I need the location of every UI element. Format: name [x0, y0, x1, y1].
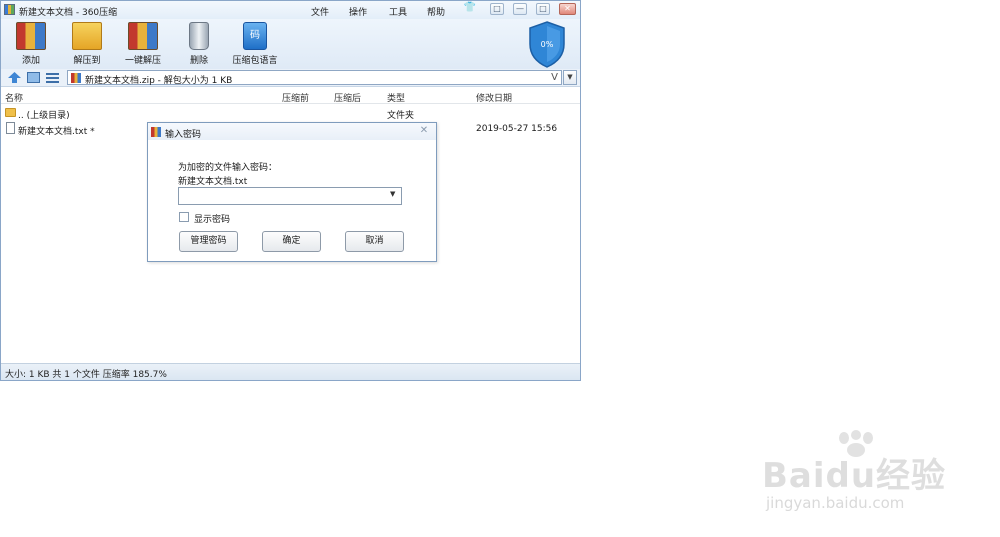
- menu-operate[interactable]: 操作: [349, 5, 367, 18]
- ok-button[interactable]: 确定: [262, 231, 321, 252]
- path-text: 新建文本文档.zip - 解包大小为 1 KB: [85, 76, 233, 86]
- window-title: 新建文本文档 - 360压缩: [19, 8, 118, 18]
- address-bar: 新建文本文档.zip - 解包大小为 1 KB V ▼: [1, 69, 580, 87]
- extract-to-label: 解压到: [73, 56, 101, 66]
- item-modified: 2019-05-27 15:56: [476, 124, 558, 134]
- password-dropdown-icon[interactable]: ▼: [390, 190, 395, 198]
- up-arrow-icon[interactable]: [8, 72, 21, 83]
- delete-button[interactable]: 删除: [174, 22, 224, 66]
- one-click-extract-label: 一键解压: [124, 56, 161, 66]
- show-password-label: 显示密码: [194, 215, 231, 225]
- shirt-icon[interactable]: 👕: [463, 3, 477, 15]
- path-dropdown-button[interactable]: ▼: [563, 70, 577, 85]
- archive-language-label: 压缩包语言: [232, 56, 278, 66]
- maximize-icon[interactable]: □: [536, 3, 550, 15]
- show-password-checkbox[interactable]: [179, 212, 189, 222]
- menu-help[interactable]: 帮助: [427, 5, 445, 18]
- archive-add-icon: [16, 22, 46, 50]
- language-icon: 码: [243, 22, 267, 50]
- dialog-title: 输入密码: [165, 130, 202, 140]
- thumbnail-view-icon[interactable]: [27, 72, 40, 83]
- column-compressed-before[interactable]: 压缩前: [282, 91, 309, 104]
- one-click-extract-icon: [128, 22, 158, 50]
- manage-password-button[interactable]: 管理密码: [179, 231, 238, 252]
- column-header: 名称 压缩前 压缩后 类型 修改日期: [1, 88, 580, 104]
- item-name: 新建文本文档.txt *: [18, 127, 95, 137]
- app-icon: [4, 4, 15, 15]
- password-dialog: 输入密码 ✕ 为加密的文件输入密码： 新建文本文档.txt ▼ 显示密码 管理密…: [147, 122, 437, 262]
- column-compressed-after[interactable]: 压缩后: [334, 91, 361, 104]
- baidu-watermark: Baidu经验 jingyan.baidu.com: [762, 430, 962, 520]
- extract-folder-icon: [72, 22, 102, 50]
- minimize-icon[interactable]: —: [513, 3, 527, 15]
- trash-icon: [189, 22, 209, 50]
- close-icon[interactable]: ✕: [559, 3, 576, 15]
- security-shield-icon[interactable]: 0%: [526, 20, 568, 68]
- extract-to-button[interactable]: 解压到: [62, 22, 112, 66]
- list-view-icon[interactable]: [46, 72, 59, 83]
- menu-tools[interactable]: 工具: [389, 5, 407, 18]
- column-name[interactable]: 名称: [5, 91, 23, 104]
- toolbar: 添加 解压到 一键解压 删除 码 压缩包语言 0%: [1, 19, 580, 69]
- add-label: 添加: [21, 56, 40, 66]
- menu-file[interactable]: 文件: [311, 5, 329, 18]
- item-name: .. (上级目录): [18, 111, 70, 121]
- watermark-brand: Baidu经验: [762, 456, 947, 496]
- item-type: 文件夹: [387, 111, 415, 121]
- password-input[interactable]: [178, 187, 402, 205]
- status-text: 大小: 1 KB 共 1 个文件 压缩率 185.7%: [5, 370, 167, 380]
- watermark-url: jingyan.baidu.com: [766, 494, 905, 512]
- chat-icon[interactable]: □: [490, 3, 504, 15]
- column-modified[interactable]: 修改日期: [476, 91, 512, 104]
- path-v-icon[interactable]: V: [551, 72, 558, 83]
- password-prompt: 为加密的文件输入密码：: [178, 163, 278, 173]
- delete-label: 删除: [189, 56, 208, 66]
- folder-icon: [5, 108, 16, 117]
- text-file-icon: [6, 122, 15, 134]
- zip-icon: [71, 73, 81, 83]
- add-button[interactable]: 添加: [6, 22, 56, 66]
- status-bar: 大小: 1 KB 共 1 个文件 压缩率 185.7%: [1, 363, 580, 380]
- column-type[interactable]: 类型: [387, 91, 405, 104]
- cancel-button[interactable]: 取消: [345, 231, 404, 252]
- dialog-app-icon: [151, 127, 161, 137]
- archive-language-button[interactable]: 码 压缩包语言: [230, 22, 280, 66]
- dialog-close-icon[interactable]: ✕: [418, 125, 430, 137]
- one-click-extract-button[interactable]: 一键解压: [118, 22, 168, 66]
- path-field[interactable]: 新建文本文档.zip - 解包大小为 1 KB V: [67, 70, 562, 86]
- list-item[interactable]: .. (上级目录) 文件夹: [1, 105, 580, 121]
- encrypted-filename: 新建文本文档.txt: [178, 177, 248, 187]
- shield-text: 0%: [541, 40, 554, 49]
- dialog-title-bar: 输入密码 ✕: [148, 123, 436, 140]
- app-window: 新建文本文档 - 360压缩 文件 操作 工具 帮助 👕 □ — □ ✕ 添加 …: [0, 0, 581, 381]
- title-bar: 新建文本文档 - 360压缩 文件 操作 工具 帮助 👕 □ — □ ✕: [1, 1, 580, 19]
